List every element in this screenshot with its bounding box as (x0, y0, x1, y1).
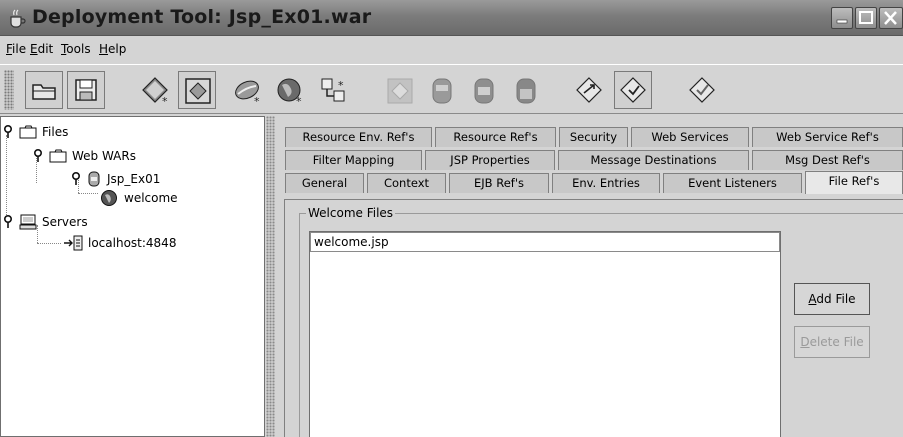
maximize-icon (859, 11, 873, 24)
tab-jsp-properties[interactable]: JSP Properties (425, 150, 555, 170)
add-ejb-button[interactable] (464, 71, 502, 109)
add-app-client-icon (432, 78, 452, 104)
expand-pin-icon (4, 215, 12, 228)
tab-context[interactable]: Context (367, 173, 446, 193)
tree-node-welcome[interactable]: welcome (100, 189, 178, 207)
delete-file-button[interactable]: Delete File (794, 326, 870, 358)
server-instance-icon (64, 235, 83, 251)
tab-general[interactable]: General (285, 173, 364, 193)
tab-env-entries[interactable]: Env. Entries (552, 173, 660, 193)
welcome-files-group: Welcome Files welcome.jsp Add File Delet… (299, 206, 903, 437)
open-folder-icon (32, 84, 56, 100)
add-web-component-icon (387, 78, 413, 104)
expand-pin-icon (72, 172, 80, 185)
tree-node-servers[interactable]: Servers (3, 213, 88, 231)
new-web-component-button[interactable] (178, 71, 216, 109)
deploy-button[interactable] (570, 71, 608, 109)
toolbar: * * * * (0, 64, 903, 114)
add-web-component-button[interactable] (380, 71, 418, 109)
new-bean-icon: * (235, 80, 260, 107)
detail-pane: Resource Env. Ref's Resource Ref's Secur… (276, 116, 903, 437)
title-bar: Deployment Tool: Jsp_Ex01.war (0, 0, 903, 36)
war-module-icon (88, 171, 100, 187)
tree-node-web-wars[interactable]: Web WARs (33, 147, 136, 165)
new-application-icon: * (142, 77, 168, 107)
new-bean-button[interactable]: * (228, 71, 266, 109)
menu-bar: File Edit Tools Help (0, 37, 903, 63)
add-ejb-icon (474, 78, 494, 104)
tree-node-jsp-ex01[interactable]: Jsp_Ex01 (71, 170, 160, 188)
tab-resource-refs[interactable]: Resource Ref's (435, 127, 556, 147)
menu-edit[interactable]: Edit (30, 42, 53, 56)
svg-text:*: * (162, 95, 168, 107)
tab-file-refs[interactable]: File Ref's (805, 171, 903, 194)
svg-text:*: * (254, 95, 260, 107)
tab-web-service-refs[interactable]: Web Service Ref's (752, 127, 903, 147)
tab-web-services[interactable]: Web Services (631, 127, 749, 147)
expand-pin-icon (4, 125, 12, 138)
deploy-icon (576, 77, 602, 103)
new-web-component-icon (185, 78, 211, 104)
new-web-service-button[interactable]: * (270, 71, 308, 109)
update-deploy-icon (689, 77, 715, 103)
servers-icon (19, 214, 37, 230)
java-cup-icon (10, 9, 26, 28)
new-application-button[interactable]: * (136, 71, 174, 109)
add-connector-icon (516, 78, 536, 104)
svg-text:*: * (338, 79, 344, 92)
save-icon (75, 79, 97, 101)
open-button[interactable] (25, 71, 63, 109)
new-web-service-icon: * (277, 78, 302, 107)
welcome-files-list[interactable]: welcome.jsp (309, 231, 781, 437)
update-deploy-button[interactable] (683, 71, 721, 109)
file-refs-panel: Welcome Files welcome.jsp Add File Delet… (284, 199, 903, 437)
tab-resource-env-refs[interactable]: Resource Env. Ref's (285, 127, 432, 147)
web-component-globe-icon (101, 190, 117, 206)
list-item[interactable]: welcome.jsp (310, 232, 780, 252)
menu-help[interactable]: Help (99, 42, 126, 56)
tree-node-files[interactable]: Files (3, 123, 68, 141)
project-tree: Files Web WARs Jsp_Ex01 welcome Servers … (0, 116, 265, 437)
svg-text:*: * (296, 95, 302, 107)
server-config-button[interactable]: * (314, 71, 352, 109)
tab-filter-mapping[interactable]: Filter Mapping (285, 150, 422, 170)
verify-icon (620, 77, 646, 103)
add-connector-button[interactable] (506, 71, 544, 109)
toolbar-grip[interactable] (4, 70, 14, 110)
tree-node-localhost[interactable]: localhost:4848 (63, 234, 176, 252)
add-file-button[interactable]: Add File (794, 283, 870, 315)
tab-message-destinations[interactable]: Message Destinations (558, 150, 749, 170)
folder-icon (49, 149, 67, 163)
tab-msg-dest-refs[interactable]: Msg Dest Ref's (752, 150, 903, 170)
tab-security[interactable]: Security (559, 127, 628, 147)
add-app-client-button[interactable] (422, 71, 460, 109)
minimize-icon (836, 19, 848, 24)
maximize-button[interactable] (855, 7, 877, 29)
verify-button[interactable] (614, 71, 652, 109)
pane-splitter[interactable] (266, 116, 275, 437)
expand-pin-icon (34, 149, 42, 162)
server-config-icon: * (321, 78, 345, 102)
tab-event-listeners[interactable]: Event Listeners (663, 173, 802, 193)
menu-tools[interactable]: Tools (61, 42, 91, 56)
minimize-button[interactable] (831, 7, 853, 29)
welcome-files-title: Welcome Files (306, 206, 396, 220)
tab-ejb-refs[interactable]: EJB Ref's (449, 173, 549, 193)
folder-icon (19, 125, 37, 139)
close-button[interactable] (879, 7, 903, 29)
menu-file[interactable]: File (6, 42, 26, 56)
window-title: Deployment Tool: Jsp_Ex01.war (32, 6, 372, 28)
save-button[interactable] (67, 71, 105, 109)
close-icon (884, 11, 897, 25)
